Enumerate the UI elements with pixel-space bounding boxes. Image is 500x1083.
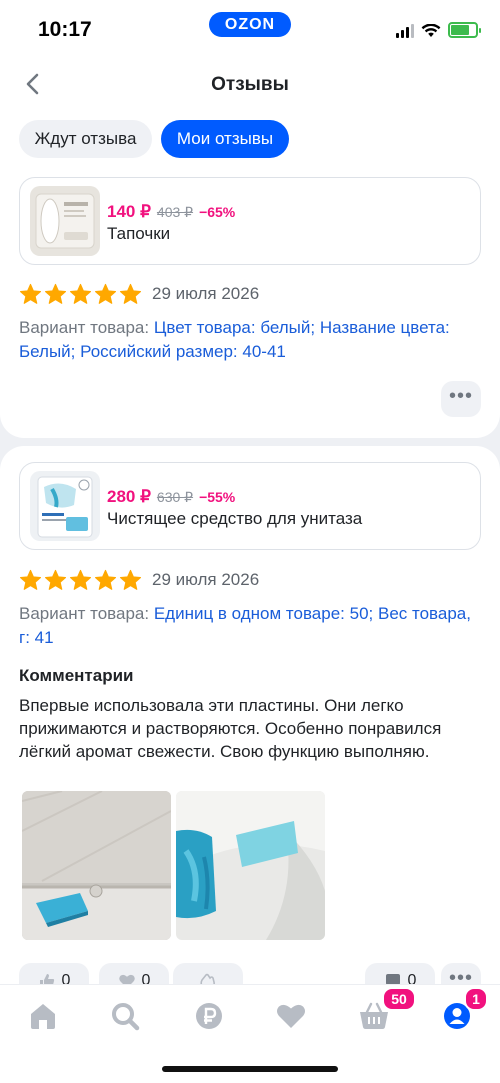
home-indicator — [162, 1066, 338, 1072]
price-row: 280 ₽ 630 ₽ −55% — [107, 487, 235, 507]
product-thumbnail — [30, 186, 100, 256]
review-photo[interactable] — [22, 791, 171, 940]
product-name: Чистящее средство для унитаза — [107, 509, 363, 528]
product-name: Тапочки — [107, 224, 171, 243]
tab-my-reviews[interactable]: Мои отзывы — [161, 120, 289, 158]
tab-awaiting-review[interactable]: Ждут отзыва — [19, 120, 152, 158]
review-tabs: Ждут отзыва Мои отзывы — [0, 110, 500, 166]
home-icon[interactable] — [26, 999, 60, 1033]
variant-info: Вариант товара: Цвет товара: белый; Назв… — [19, 316, 481, 364]
star-icon — [69, 569, 92, 590]
rating-row: 29 июля 2026 — [19, 283, 259, 305]
cart-count-badge: 50 — [382, 987, 416, 1011]
star-icon — [119, 283, 142, 304]
product-link[interactable]: 140 ₽ 403 ₽ −65% Тапочки — [19, 177, 481, 265]
status-time: 10:17 — [38, 18, 92, 41]
discount-badge: −55% — [199, 489, 236, 505]
profile-notification-badge: 1 — [464, 987, 488, 1011]
product-thumbnail — [30, 471, 100, 541]
rating-stars — [19, 283, 144, 305]
star-icon — [19, 283, 42, 304]
review-date: 29 июля 2026 — [152, 284, 260, 303]
status-bar: 10:17 OZON — [0, 0, 500, 58]
more-options-button[interactable]: ••• — [441, 381, 481, 417]
variant-info: Вариант товара: Единиц в одном товаре: 5… — [19, 602, 481, 650]
comments-title: Комментарии — [19, 666, 134, 685]
wifi-icon — [421, 24, 441, 37]
review-date: 29 июля 2026 — [152, 570, 260, 589]
star-icon — [94, 283, 117, 304]
page-header: Отзывы — [0, 58, 500, 110]
old-price: 630 ₽ — [156, 489, 194, 505]
product-link[interactable]: 280 ₽ 630 ₽ −55% Чистящее средство для у… — [19, 462, 481, 550]
status-icons — [396, 20, 481, 38]
star-icon — [119, 569, 142, 590]
ruble-icon[interactable] — [192, 999, 226, 1033]
star-icon — [69, 283, 92, 304]
rating-row: 29 июля 2026 — [19, 569, 259, 591]
price-row: 140 ₽ 403 ₽ −65% — [107, 202, 235, 222]
old-price: 403 ₽ — [156, 204, 194, 220]
comments-text: Впервые использовала эти пластины. Они л… — [19, 696, 442, 761]
star-icon — [44, 569, 67, 590]
current-price: 280 ₽ — [107, 487, 151, 506]
current-price: 140 ₽ — [107, 202, 151, 221]
star-icon — [44, 283, 67, 304]
cellular-signal-icon — [396, 24, 414, 38]
star-icon — [19, 569, 42, 590]
review-card: 280 ₽ 630 ₽ −55% Чистящее средство для у… — [0, 446, 500, 1006]
discount-badge: −65% — [199, 204, 236, 220]
star-icon — [94, 569, 117, 590]
rating-stars — [19, 569, 144, 591]
review-photo[interactable] — [176, 791, 325, 940]
ozon-logo[interactable]: OZON — [209, 12, 291, 37]
variant-label: Вариант товара: — [19, 604, 150, 623]
heart-icon[interactable] — [274, 999, 308, 1033]
page-title: Отзывы — [211, 74, 289, 95]
search-icon[interactable] — [108, 999, 142, 1033]
variant-label: Вариант товара: — [19, 318, 150, 337]
battery-charging-icon — [448, 22, 481, 38]
review-card: 140 ₽ 403 ₽ −65% Тапочки 29 июля 2026 Ва… — [0, 166, 500, 438]
